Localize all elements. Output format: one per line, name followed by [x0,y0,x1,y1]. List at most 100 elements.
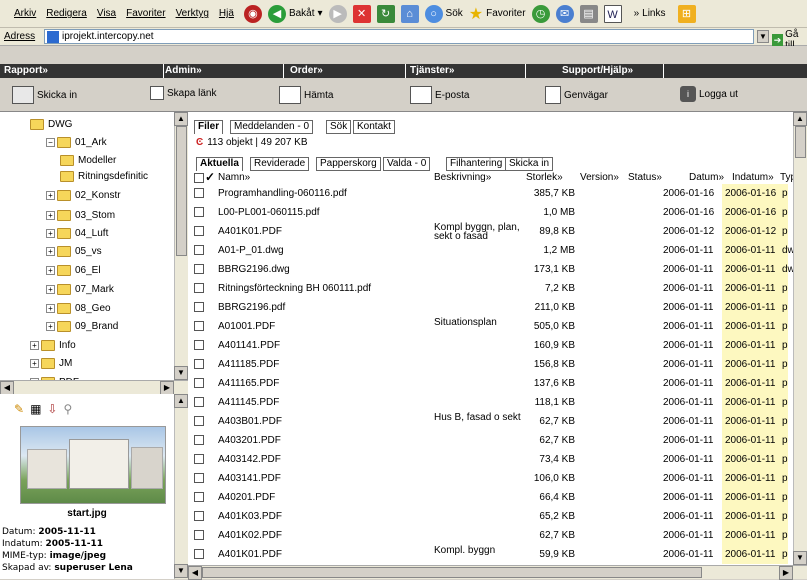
file-name[interactable]: A401K01.PDF [218,226,282,237]
tab-tabs_sub-0[interactable]: Aktuella [196,157,243,171]
main-hscrollbar[interactable]: ◀ ▶ [188,565,807,580]
row-checkbox[interactable] [194,245,204,255]
table-row[interactable]: Ritningsförteckning BH 060111.pdf 7,2 KB 2… [188,279,807,298]
col-status[interactable]: Status» [628,172,662,183]
file-name[interactable]: A401K03.PDF [218,511,282,522]
search-button[interactable]: ○ Sök [424,4,463,23]
edit-icon[interactable]: ✎ [14,402,24,416]
table-row[interactable]: A403141.PDF 106,0 KB 2006-01-11 2006-01-11 p [188,469,807,488]
table-row[interactable]: A403B01.PDF Hus B, fasad o sekt 62,7 KB 200… [188,412,807,431]
menu-visa[interactable]: Visa [97,8,116,19]
nav-order[interactable]: Order» [290,65,323,77]
history-button[interactable]: ◷ [531,4,550,23]
home-button[interactable]: ⌂ [400,4,419,23]
table-row[interactable]: A01001.PDF Situationsplan 505,0 KB 2006-01-… [188,317,807,336]
table-row[interactable]: A401K02.PDF 62,7 KB 2006-01-11 2006-01-11 p [188,526,807,545]
table-row[interactable]: A401K01.PDF Kompl. byggn 59,9 KB 2006-01-11… [188,545,807,564]
select-all-checkbox[interactable] [194,173,204,183]
media-button[interactable]: ◉ [243,4,262,23]
col-indate[interactable]: Indatum» [732,172,774,183]
nav-admin[interactable]: Admin» [165,65,202,77]
file-name[interactable]: A403B01.PDF [218,416,282,427]
tree-node-ritningsdefinitic[interactable]: Ritningsdefinitic [60,168,148,184]
preview-thumbnail[interactable] [20,426,166,504]
file-name[interactable]: A401K02.PDF [218,530,282,541]
scroll-right-icon[interactable]: ▶ [160,381,174,395]
tree-vscrollbar[interactable]: ▲ ▼ [174,112,188,380]
expand-icon[interactable]: + [30,358,39,368]
row-checkbox[interactable] [194,188,204,198]
tree-node-dwg[interactable]: DWG [30,116,72,132]
tree-node-09_brand[interactable]: +09_Brand [46,318,118,334]
table-row[interactable]: A403201.PDF 62,7 KB 2006-01-11 2006-01-11 p [188,431,807,450]
nav-tjanster[interactable]: Tjänster» [410,65,454,77]
tab-tabs_sub-2[interactable]: Papperskorg [316,157,381,171]
table-row[interactable]: Programhandling-060116.pdf 385,7 KB 2006-0… [188,184,807,203]
tab-tabs_top-0[interactable]: Filer [194,120,224,134]
tree-node-info[interactable]: + Info [30,337,76,353]
action-hamta[interactable]: Hämta [279,86,333,104]
tab-tabs_sub-3[interactable]: Valda - 0 [383,157,431,171]
tree-hscrollbar[interactable]: ◀ ▶ [0,380,188,395]
row-checkbox[interactable] [194,321,204,331]
col-size[interactable]: Storlek» [526,172,563,183]
scroll-thumb[interactable] [795,126,806,158]
tab-tabs_sub-5[interactable]: Skicka in [505,157,554,171]
table-row[interactable]: A40201.PDF 66,4 KB 2006-01-11 2006-01-11 p [188,488,807,507]
menu-arkiv[interactable]: Arkiv [14,8,36,19]
table-row[interactable]: A403142.PDF 73,4 KB 2006-01-11 2006-01-11 p [188,450,807,469]
col-description[interactable]: Beskrivning» [434,172,491,183]
address-dropdown[interactable]: ▼ [757,30,769,43]
tab-tabs_sub-4[interactable]: Filhantering [446,157,507,171]
table-row[interactable]: A401141.PDF 160,9 KB 2006-01-11 2006-01-11 p [188,336,807,355]
file-name[interactable]: A01001.PDF [218,321,275,332]
scroll-down-icon[interactable]: ▼ [793,551,807,565]
main-vscrollbar[interactable]: ▲ ▼ [793,112,807,565]
file-name[interactable]: BBRG2196.pdf [218,302,285,313]
expand-icon[interactable]: + [46,284,55,294]
file-name[interactable]: A403201.PDF [218,435,281,446]
file-name[interactable]: Ritningsförteckning BH 060111.pdf [218,283,371,294]
favorites-button[interactable]: ★ Favoriter [469,4,526,24]
address-input[interactable]: iprojekt.intercopy.net [44,29,754,44]
scroll-up-icon[interactable]: ▲ [793,112,807,126]
action-logga-ut[interactable]: i Logga ut [680,86,738,102]
tree-node-06_el[interactable]: +06_El [46,262,101,278]
properties-icon[interactable]: ▦ [30,402,41,416]
scroll-up-icon[interactable]: ▲ [174,112,188,126]
row-checkbox[interactable] [194,264,204,274]
expand-icon[interactable]: + [46,190,55,200]
row-checkbox[interactable] [194,397,204,407]
expand-icon[interactable]: + [46,246,55,256]
scroll-left-icon[interactable]: ◀ [188,566,202,580]
scroll-right-icon[interactable]: ▶ [779,566,793,580]
nav-rapport[interactable]: Rapport» [4,65,48,77]
table-row[interactable]: A411145.PDF 118,1 KB 2006-01-11 2006-01-11 p [188,393,807,412]
print-button[interactable]: ▤ [579,4,598,23]
scroll-down-icon[interactable]: ▼ [174,366,188,380]
tab-tabs_top-3[interactable]: Kontakt [353,120,395,134]
action-genvagar[interactable]: Genvägar [545,86,608,104]
expand-icon[interactable]: + [46,210,55,220]
nav-support[interactable]: Support/Hjälp» [562,65,633,77]
word-button[interactable]: W [603,4,622,23]
preview-vscrollbar[interactable]: ▲ ▼ [174,394,188,579]
action-skicka-in[interactable]: Skicka in [12,86,77,104]
table-row[interactable]: A411185.PDF 156,8 KB 2006-01-11 2006-01-11 p [188,355,807,374]
col-date[interactable]: Datum» [689,172,724,183]
table-row[interactable]: A01-P_01.dwg 1,2 MB 2006-01-11 2006-01-11 dw [188,241,807,260]
row-checkbox[interactable] [194,435,204,445]
file-name[interactable]: Programhandling-060116.pdf [218,188,347,199]
mail-button[interactable]: ✉ [555,4,574,23]
forward-button[interactable]: ▶ [328,4,347,23]
table-row[interactable]: A401K01.PDF Kompl byggn, plan, sekt o fas… [188,222,807,242]
row-checkbox[interactable] [194,226,204,236]
download-icon[interactable]: ⇩ [47,402,57,416]
row-checkbox[interactable] [194,511,204,521]
file-name[interactable]: A40201.PDF [218,492,275,503]
tree-node-04_luft[interactable]: +04_Luft [46,225,108,241]
file-name[interactable]: A403142.PDF [218,454,281,465]
expand-icon[interactable]: + [46,228,55,238]
table-row[interactable]: A401K03.PDF 65,2 KB 2006-01-11 2006-01-11 p [188,507,807,526]
col-name[interactable]: Namn» [218,172,250,183]
